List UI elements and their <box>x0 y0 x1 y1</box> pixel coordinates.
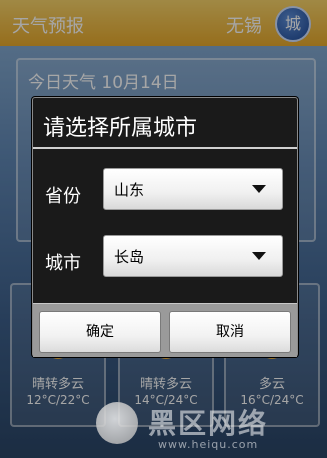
dropdown-arrow-icon <box>252 252 266 260</box>
watermark-logo-icon <box>96 402 138 444</box>
cancel-button[interactable]: 取消 <box>169 311 291 353</box>
province-label: 省份 <box>45 186 81 207</box>
dialog-title: 请选择所属城市 <box>43 116 198 141</box>
dialog-button-bar: 确定 取消 <box>33 303 297 357</box>
watermark-text: 黑区网络 <box>148 407 269 440</box>
city-value: 长岛 <box>114 248 145 266</box>
title-divider <box>33 147 297 149</box>
city-label: 城市 <box>45 253 81 274</box>
watermark-url: www.heiqu.com <box>158 438 259 451</box>
city-select-dialog: 请选择所属城市 省份 山东 城市 长岛 确定 取消 <box>32 97 298 357</box>
ok-button[interactable]: 确定 <box>39 311 161 353</box>
dropdown-arrow-icon <box>252 185 266 193</box>
city-spinner[interactable]: 长岛 <box>103 235 283 277</box>
province-value: 山东 <box>114 181 145 199</box>
province-spinner[interactable]: 山东 <box>103 168 283 210</box>
